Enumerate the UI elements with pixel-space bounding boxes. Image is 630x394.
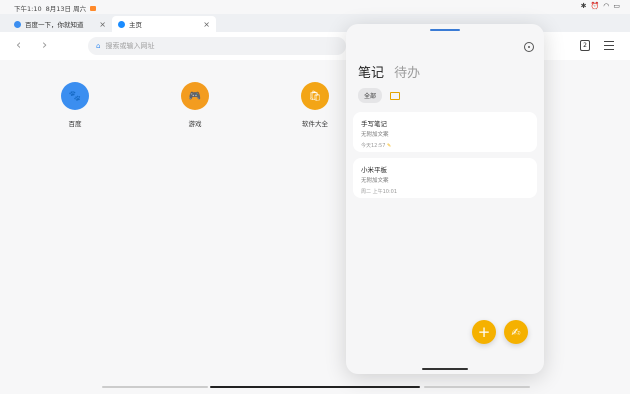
paw-icon: 🐾 [61,82,89,110]
battery-icon: ▭ [613,2,620,10]
note-date: 周二 上午10:01 [361,189,397,195]
note-subtitle: 无附加文案 [361,132,389,138]
tab-count-button[interactable]: 2 [580,40,590,51]
address-bar[interactable]: ⌂ 搜索或输入网址 [88,37,346,55]
recording-icon [90,5,97,11]
notes-filter: 全部 [358,88,401,103]
folder-icon[interactable] [390,91,401,100]
shortcut-label: 百度 [68,120,82,128]
forward-button[interactable]: › [42,38,47,53]
gesture-bar-right [424,386,530,388]
tab-label: 主页 [129,21,142,29]
tab-home[interactable]: 主页 × [112,16,216,32]
status-date: 8月13日 周六 [45,5,87,13]
bluetooth-icon: ✱ [580,2,587,10]
panel-handle[interactable] [430,29,460,31]
status-time: 下午1:10 [14,5,42,13]
pen-icon: ✎ [387,143,392,149]
notes-panel: 笔记 待办 全部 手写笔记 无附加文案 今天12:57 ✎ 小米平板 无附加文案… [346,24,544,374]
settings-icon[interactable] [524,42,534,52]
filter-all-chip[interactable]: 全部 [358,88,383,103]
address-placeholder: 搜索或输入网址 [105,42,155,50]
baidu-favicon-icon [14,20,21,28]
gesture-bar-left [102,386,208,388]
back-button[interactable]: ‹ [16,38,21,53]
tab-label: 百度一下，你就知道 [25,21,84,29]
panel-bottom-handle[interactable] [422,368,468,370]
close-tab-icon[interactable]: × [203,20,210,29]
handwriting-note-button[interactable]: ✍ [504,320,528,344]
shortcut-games[interactable]: 🎮 游戏 [165,82,225,128]
home-icon: ⌂ [96,42,101,50]
gesture-bar-main[interactable] [210,386,420,388]
menu-icon[interactable] [604,41,614,53]
note-subtitle: 无附加文案 [361,178,389,184]
note-card[interactable]: 手写笔记 无附加文案 今天12:57 ✎ [353,112,537,152]
notes-tabs: 笔记 待办 [358,62,420,81]
alarm-icon: ⏰ [590,2,600,10]
note-card[interactable]: 小米平板 无附加文案 周二 上午10:01 [353,158,537,198]
status-bar: 下午1:10 8月13日 周六 ✱ ⏰ ◠ ▭ [0,0,630,14]
home-favicon-icon [118,20,125,28]
shortcut-label: 软件大全 [302,120,328,128]
close-tab-icon[interactable]: × [99,20,106,29]
shortcut-software[interactable]: 🛍 软件大全 [285,82,345,128]
bag-icon: 🛍 [301,82,329,110]
note-date: 今天12:57 ✎ [361,143,392,149]
tab-notes[interactable]: 笔记 [358,66,384,81]
shortcut-baidu[interactable]: 🐾 百度 [45,82,105,128]
wifi-icon: ◠ [603,2,610,10]
note-title: 小米平板 [361,166,387,174]
tab-baidu[interactable]: 百度一下，你就知道 × [8,16,112,32]
note-title: 手写笔记 [361,120,387,128]
gamepad-icon: 🎮 [181,82,209,110]
pen-icon: ✍ [511,325,521,339]
add-note-button[interactable]: + [472,320,496,344]
tab-todo[interactable]: 待办 [394,66,420,81]
shortcut-label: 游戏 [188,120,202,128]
